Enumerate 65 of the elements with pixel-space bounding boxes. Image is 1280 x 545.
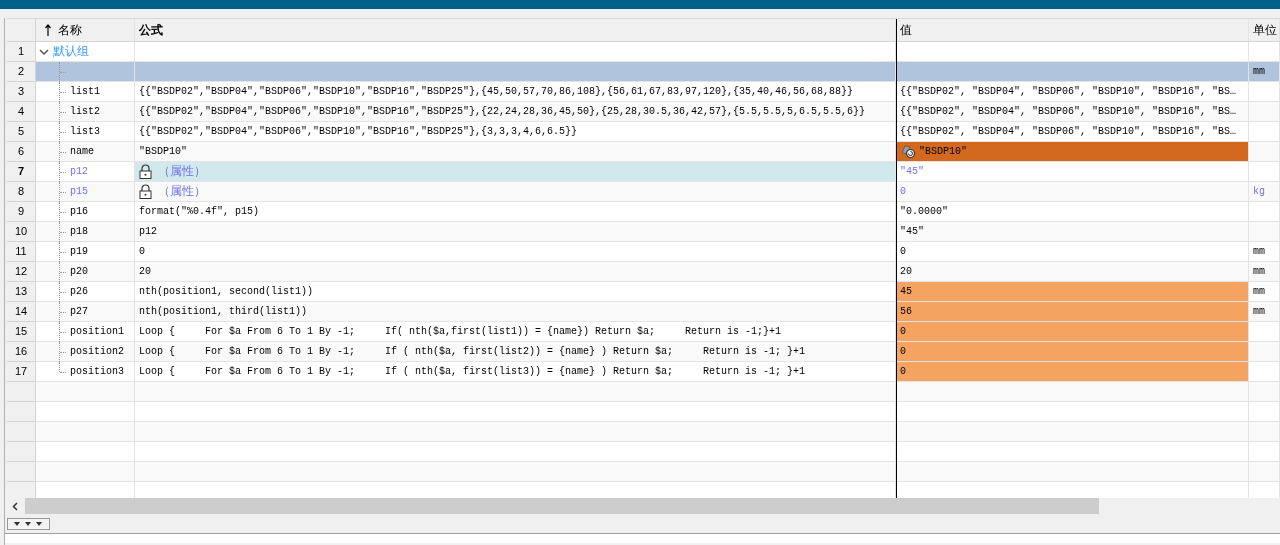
formula-cell[interactable]: "BSDP10" [135,142,896,162]
unit-cell: kg [1249,182,1280,202]
name-cell[interactable]: p15 [36,182,135,202]
row-number[interactable]: 11 [7,242,36,262]
value-cell[interactable]: 0 [896,322,1249,342]
row-number[interactable]: 13 [7,282,36,302]
column-header[interactable]: 值 [896,19,1249,42]
formula-cell[interactable]: Loop { For $a From 6 To 1 By -1; If ( nth($a, first(list2)) = {name} ) Return $a; Return is -1; }+1 [135,342,896,362]
value-text: "BSDP10" [919,145,967,159]
name-cell[interactable]: p27 [36,302,135,322]
unit-cell: mm [1249,62,1280,82]
formula-cell[interactable]: （属性） [135,182,896,202]
value-cell[interactable]: "45" [896,222,1249,242]
value-cell[interactable]: 56 [896,302,1249,322]
value-cell[interactable]: 0 [896,362,1249,382]
row-header [7,422,36,442]
row-number[interactable]: 7 [7,162,36,182]
row-number[interactable]: 4 [7,102,36,122]
row-number: 1 [7,42,36,62]
scrollbar-thumb[interactable] [25,498,1099,514]
name-cell[interactable]: name [36,142,135,162]
column-header[interactable]: 公式 [135,19,896,42]
formula-cell[interactable]: p12 [135,222,896,242]
row-number[interactable]: 2 [7,62,36,82]
row-number[interactable]: 3 [7,82,36,102]
formula-text: （属性） [158,183,206,200]
row-number[interactable]: 6 [7,142,36,162]
row-number[interactable]: 15 [7,322,36,342]
formula-cell[interactable]: nth(position1, third(list1)) [135,302,896,322]
value-cell[interactable]: 0 [896,182,1249,202]
row-number[interactable]: 12 [7,262,36,282]
row-number[interactable]: 5 [7,122,36,142]
column-title: 值 [900,22,912,39]
unit-cell: mm [1249,262,1280,282]
name-cell[interactable] [36,62,135,82]
value-cell[interactable]: 0 [896,342,1249,362]
row-header [7,382,36,402]
row-number[interactable]: 10 [7,222,36,242]
row-number[interactable]: 8 [7,182,36,202]
row-number[interactable]: 14 [7,302,36,322]
column-title: 公式 [139,22,163,39]
formula-cell[interactable] [135,62,896,82]
column-title: 名称 [58,22,82,39]
chevron-down-icon[interactable] [39,47,49,56]
formula-cell[interactable]: {{"BSDP02","BSDP04","BSDP06","BSDP10","BSDP16","BSDP25"},{22,24,28,36,45,50},{25,28,30.5,36,42,57},{5.5,5.5,5,6.5,5.5,6}} [135,102,896,122]
name-cell[interactable]: p18 [36,222,135,242]
row-number[interactable]: 17 [7,362,36,382]
value-cell[interactable]: 20 [896,262,1249,282]
formula-cell[interactable]: 20 [135,262,896,282]
expand-button[interactable] [7,518,50,530]
column-divider[interactable] [896,19,897,498]
name-cell[interactable]: position2 [36,342,135,362]
name-cell[interactable]: list2 [36,102,135,122]
formula-text: （属性） [158,163,206,180]
row-number[interactable]: 9 [7,202,36,222]
row-number[interactable]: 16 [7,342,36,362]
column-header[interactable]: 名称 [36,19,135,42]
value-cell[interactable]: 45 [896,282,1249,302]
value-cell[interactable]: "BSDP10" [896,142,1249,162]
unit-cell: mm [1249,302,1280,322]
chevron-left-icon [12,501,18,511]
value-cell[interactable]: {{"BSDP02", "BSDP04", "BSDP06", "BSDP10", "BSDP16", "BS… [896,102,1249,122]
row-header [7,462,36,482]
value-cell[interactable] [896,62,1249,82]
name-cell[interactable]: p20 [36,262,135,282]
